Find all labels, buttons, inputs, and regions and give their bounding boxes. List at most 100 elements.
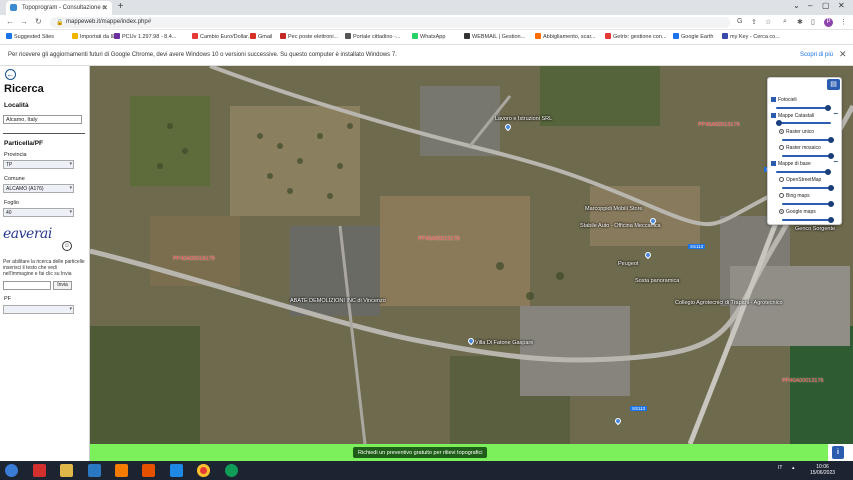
slider-knob[interactable] (828, 201, 834, 207)
catastali-opacity-slider[interactable] (776, 120, 831, 126)
google-slider[interactable] (782, 217, 834, 223)
parcel-label[interactable]: PP40A00013179 (698, 122, 740, 128)
slider-knob[interactable] (828, 137, 834, 143)
maximize-icon[interactable]: ▢ (822, 1, 830, 10)
new-tab-button[interactable]: + (115, 2, 126, 13)
outlook-icon[interactable] (170, 464, 183, 477)
place-label[interactable]: Peugeot (618, 261, 639, 267)
collapse-icon[interactable]: – (834, 109, 838, 118)
sidepanel-icon[interactable]: ▯ (811, 18, 815, 26)
close-tab-icon[interactable]: ✕ (102, 4, 108, 12)
google-lens-icon[interactable]: G (737, 18, 742, 25)
tray-arrow-icon[interactable]: ▴ (792, 465, 795, 471)
radio-selected-icon[interactable] (779, 209, 784, 214)
profile-avatar[interactable]: P (824, 18, 833, 27)
acrobat-icon[interactable] (33, 464, 46, 477)
extensions-icon[interactable]: ✱ (797, 18, 803, 26)
bookmark-star-icon[interactable]: ☆ (765, 18, 771, 26)
minimize-icon[interactable]: – (808, 1, 812, 10)
osm-slider[interactable] (782, 185, 834, 191)
collapse-icon[interactable]: – (834, 157, 838, 166)
refresh-captcha-icon[interactable]: ☺ (62, 241, 72, 251)
layer-fotocieli[interactable]: Fotocieli (771, 97, 797, 103)
slider-knob[interactable] (825, 105, 831, 111)
foglio-select[interactable]: 40 ▾ (3, 208, 74, 217)
raster-unico-slider[interactable] (782, 137, 834, 143)
internet-explorer-icon[interactable] (88, 464, 101, 477)
bookmark-item[interactable]: my Key - Cerca co... (722, 33, 780, 40)
app-icon[interactable] (142, 464, 155, 477)
radio-icon[interactable] (779, 193, 784, 198)
checkbox-checked-icon[interactable] (771, 97, 776, 102)
place-label[interactable]: Genco Sorgente (795, 226, 835, 232)
place-label[interactable]: ABATE DEMOLIZIONI INC di Vincenzo (290, 298, 386, 304)
bookmark-item[interactable]: WEBMAIL | Gestion... (464, 33, 525, 40)
learn-more-link[interactable]: Scopri di più (800, 52, 833, 58)
slider-knob[interactable] (828, 185, 834, 191)
option-openstreetmap[interactable]: OpenStreetMap (779, 177, 821, 183)
option-raster-mosaico[interactable]: Raster mosaico (779, 145, 821, 151)
info-icon[interactable]: i (832, 446, 844, 459)
slider-knob[interactable] (825, 169, 831, 175)
bookmark-item[interactable]: Portale cittadino -... (345, 33, 400, 40)
reload-icon[interactable]: ↻ (35, 17, 42, 26)
place-label[interactable]: Collegio Agrotecnici di Trapani - Agrote… (675, 300, 783, 306)
bookmark-item[interactable]: Getrix: gestione con... (605, 33, 667, 40)
zoom-icon[interactable]: ⌕ (783, 18, 787, 26)
browser-tab[interactable]: Topoprogram - Consultazione n ✕ (6, 1, 112, 15)
file-explorer-icon[interactable] (60, 464, 73, 477)
provincia-select[interactable]: TP ▾ (3, 160, 74, 169)
option-raster-unico[interactable]: Raster unico (779, 129, 814, 135)
chrome-icon[interactable] (197, 464, 210, 477)
invia-button[interactable]: Invia (53, 281, 72, 290)
language-indicator[interactable]: IT (778, 465, 782, 471)
option-google-maps[interactable]: Google maps (779, 209, 816, 215)
place-label[interactable]: Villa Di Fatone Gaspare (475, 340, 533, 346)
base-opacity-slider[interactable] (776, 169, 831, 175)
bookmark-item[interactable]: Abbigliamento, scar... (535, 33, 596, 40)
share-icon[interactable]: ⇪ (751, 18, 757, 26)
place-label[interactable]: Sosta panoramica (635, 278, 679, 284)
place-label[interactable]: Marcoppidi Mobili Store (585, 206, 642, 212)
radio-selected-icon[interactable] (779, 129, 784, 134)
back-nav-icon[interactable]: ← (6, 17, 14, 26)
bing-slider[interactable] (782, 201, 834, 207)
captcha-input[interactable] (3, 281, 51, 290)
media-player-icon[interactable] (115, 464, 128, 477)
localita-input[interactable]: Alcamo, Italy (3, 115, 82, 124)
bookmark-item[interactable]: Cambio Euro/Dollar... (192, 33, 252, 40)
place-label[interactable]: Stabile Auto - Officina Meccanica (580, 223, 661, 229)
radio-icon[interactable] (779, 145, 784, 150)
parcel-label[interactable]: PP40A00013176 (782, 378, 824, 384)
bookmark-item[interactable]: Gmail (250, 33, 272, 40)
option-bing-maps[interactable]: Bing maps (779, 193, 810, 199)
forward-nav-icon[interactable]: → (20, 17, 28, 26)
layer-mappe-di-base[interactable]: Mappe di base (771, 161, 811, 167)
tab-search-icon[interactable]: ⌄ (793, 1, 800, 10)
checkbox-checked-icon[interactable] (771, 161, 776, 166)
map-layers-icon[interactable]: ▤ (827, 79, 840, 90)
promo-button[interactable]: Richiedi un preventivo gratuito per rili… (353, 447, 488, 458)
parcel-label[interactable]: PP40A00013178 (418, 236, 460, 242)
slider-knob[interactable] (828, 217, 834, 223)
edge-icon[interactable] (225, 464, 238, 477)
bookmark-item[interactable]: Suggested Sites (6, 33, 54, 40)
close-window-icon[interactable]: ✕ (838, 1, 845, 10)
bookmark-item[interactable]: Google Earth (673, 33, 713, 40)
radio-icon[interactable] (779, 177, 784, 182)
checkbox-checked-icon[interactable] (771, 113, 776, 118)
menu-icon[interactable]: ⋮ (840, 18, 847, 26)
bookmark-item[interactable]: Pec poste elettroni... (280, 33, 338, 40)
back-arrow-icon[interactable]: ← (5, 69, 16, 80)
slider-knob[interactable] (776, 120, 782, 126)
layer-mappe-catastali[interactable]: Mappe Catastali (771, 113, 814, 119)
pf-select[interactable]: ▾ (3, 305, 74, 314)
bookmark-item[interactable]: PCUv 1.297.98 - 8.4... (114, 33, 176, 40)
bookmark-item[interactable]: WhatsApp (412, 33, 445, 40)
comune-select[interactable]: ALCAMO (A176) ▾ (3, 184, 74, 193)
fotocieli-opacity-slider[interactable] (776, 105, 831, 111)
start-button-icon[interactable] (5, 464, 18, 477)
bookmark-item[interactable]: Importati da IE (72, 33, 116, 40)
system-clock[interactable]: 10:06 15/06/2023 (810, 464, 835, 476)
raster-mosaico-slider[interactable] (782, 153, 834, 159)
